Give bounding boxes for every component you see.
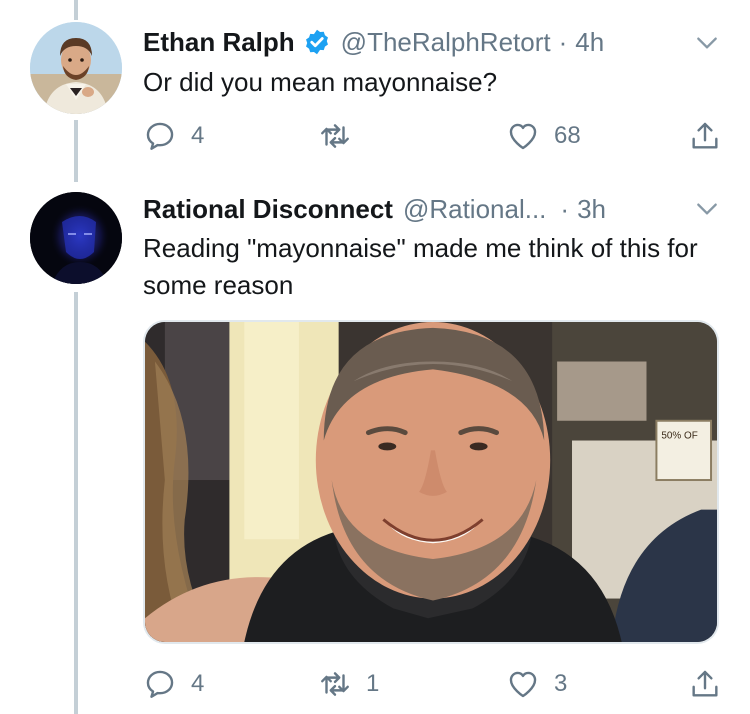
timestamp[interactable]: 3h — [577, 194, 606, 225]
timestamp[interactable]: 4h — [575, 27, 604, 58]
separator-dot: · — [558, 26, 568, 57]
reply-icon — [146, 670, 174, 698]
like-count: 3 — [554, 670, 568, 697]
avatar[interactable] — [30, 22, 122, 114]
reply-button[interactable]: 4 — [143, 664, 204, 704]
like-button[interactable]: 3 — [506, 664, 567, 704]
tweet-header: Ethan Ralph @TheRalphRetort · 4h — [143, 24, 604, 60]
retweet-count: 1 — [366, 670, 380, 697]
heart-icon — [509, 123, 537, 150]
thread-line — [74, 292, 78, 714]
user-handle[interactable]: @TheRalphRetort — [341, 27, 551, 58]
user-handle[interactable]: @Rational... — [403, 194, 546, 225]
avatar[interactable] — [30, 192, 122, 284]
retweet-icon — [321, 124, 349, 148]
like-button[interactable]: 68 — [506, 116, 581, 156]
retweet-button[interactable]: 1 — [318, 664, 379, 704]
tweet-text: Reading "mayonnaise" made me think of th… — [143, 233, 698, 300]
avatar-portrait-image — [30, 22, 122, 114]
reply-button[interactable]: 4 — [143, 116, 204, 156]
tweet-media-photo[interactable]: 50% OF — [143, 320, 719, 644]
share-button[interactable] — [688, 664, 722, 704]
retweet-button[interactable] — [318, 116, 366, 156]
tweet-text: Or did you mean mayonnaise? — [143, 67, 498, 97]
avatar-dark-image — [30, 192, 122, 284]
share-icon — [692, 122, 718, 149]
tweet-header: Rational Disconnect @Rational... · 3h — [143, 191, 606, 227]
reply-icon — [146, 122, 174, 150]
retweet-icon — [321, 672, 349, 696]
share-icon — [692, 670, 718, 697]
separator-dot: · — [560, 193, 570, 224]
tweet-actions: 4 1 3 — [143, 664, 723, 704]
verified-badge-icon — [303, 28, 331, 56]
reply-count: 4 — [191, 122, 205, 149]
display-name[interactable]: Rational Disconnect — [143, 194, 393, 225]
chevron-down-icon[interactable] — [694, 196, 720, 222]
reply-count: 4 — [191, 670, 205, 697]
photo-smiling-man-image: 50% OF — [145, 322, 717, 642]
thread-line — [74, 120, 78, 182]
display-name[interactable]: Ethan Ralph — [143, 27, 295, 58]
heart-icon — [509, 671, 537, 698]
share-button[interactable] — [688, 116, 722, 156]
thread-line — [74, 0, 78, 20]
chevron-down-icon[interactable] — [694, 30, 720, 56]
store-sign-text: 50% OF — [661, 431, 697, 442]
like-count: 68 — [554, 122, 581, 149]
tweet-actions: 4 68 — [143, 116, 723, 156]
